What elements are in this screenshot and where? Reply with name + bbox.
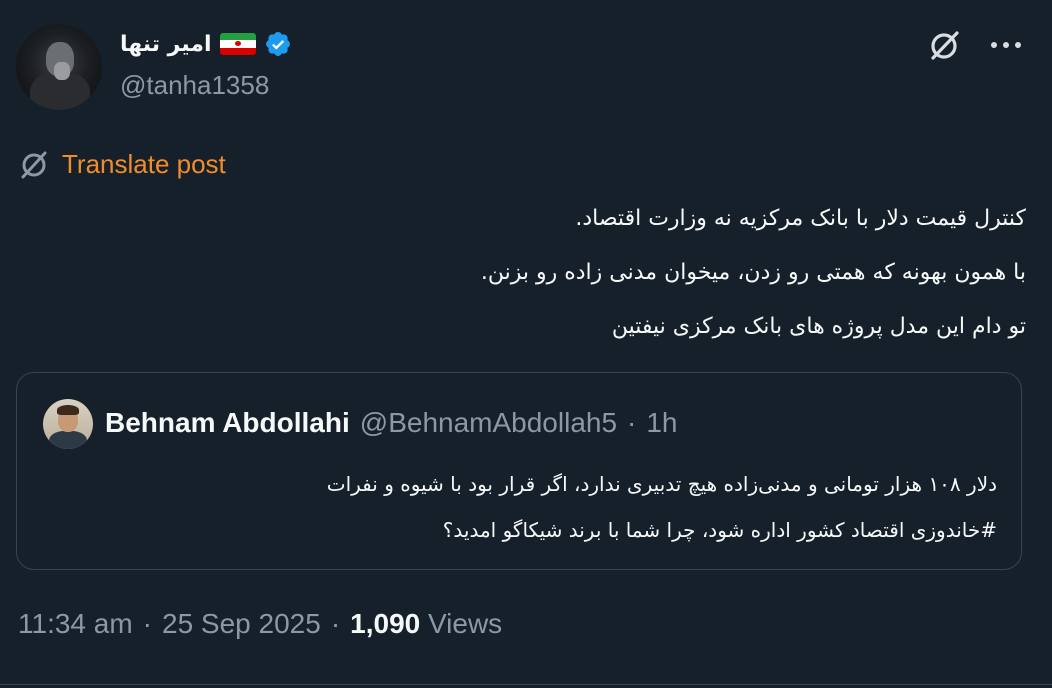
post-text-line: تو دام این مدل پروژه های بانک مرکزی نیفت… [611,314,1026,339]
quoted-separator: · [627,407,637,438]
author-display-name[interactable]: امیر تنها [120,32,212,57]
translate-icon [21,151,47,179]
views-count: 1,090 [350,608,421,639]
post-time[interactable]: 11:34 am [18,608,133,640]
post-metadata: 11:34 am · 25 Sep 2025 · 1,090 Views [18,608,502,640]
translate-post-button[interactable]: Translate post [18,148,226,180]
verified-badge-icon[interactable] [264,30,292,58]
meta-separator: · [142,608,152,639]
quoted-post[interactable]: Behnam Abdollahi @BehnamAbdollah5 · 1h د… [16,372,1022,570]
grok-icon[interactable] [928,28,962,62]
quoted-post-text: دلار ۱۰۸ هزار تومانی و مدنی‌زاده هیچ تدب… [37,461,997,553]
more-icon[interactable] [988,34,1024,56]
views-label: Views [428,608,503,639]
author-avatar[interactable] [16,24,102,110]
quoted-timestamp[interactable]: 1h [646,407,677,439]
quoted-author-name[interactable]: Behnam Abdollahi [105,407,350,439]
author-handle[interactable]: @tanha1358 [120,70,269,101]
quoted-text-line: #خاندوزی اقتصاد کشور اداره شود، چرا شما … [442,518,997,542]
post-text: کنترل قیمت دلار با بانک مرکزیه نه وزارت … [126,192,1026,354]
divider [0,684,1052,685]
post-text-line: کنترل قیمت دلار با بانک مرکزیه نه وزارت … [575,206,1026,231]
post-text-line: با همون بهونه که همتی رو زدن، میخوان مدن… [480,260,1026,285]
iran-flag-icon [219,33,256,55]
translate-post-label: Translate post [62,148,226,179]
quoted-post-header: Behnam Abdollahi @BehnamAbdollah5 · 1h [105,407,678,439]
author-name-row[interactable]: امیر تنها [120,24,292,64]
quoted-author-avatar[interactable] [43,399,93,449]
quoted-text-line: دلار ۱۰۸ هزار تومانی و مدنی‌زاده هیچ تدب… [326,472,997,496]
meta-separator: · [330,608,341,639]
post-date[interactable]: 25 Sep 2025 [162,608,321,640]
quoted-author-handle[interactable]: @BehnamAbdollah5 [360,407,617,439]
